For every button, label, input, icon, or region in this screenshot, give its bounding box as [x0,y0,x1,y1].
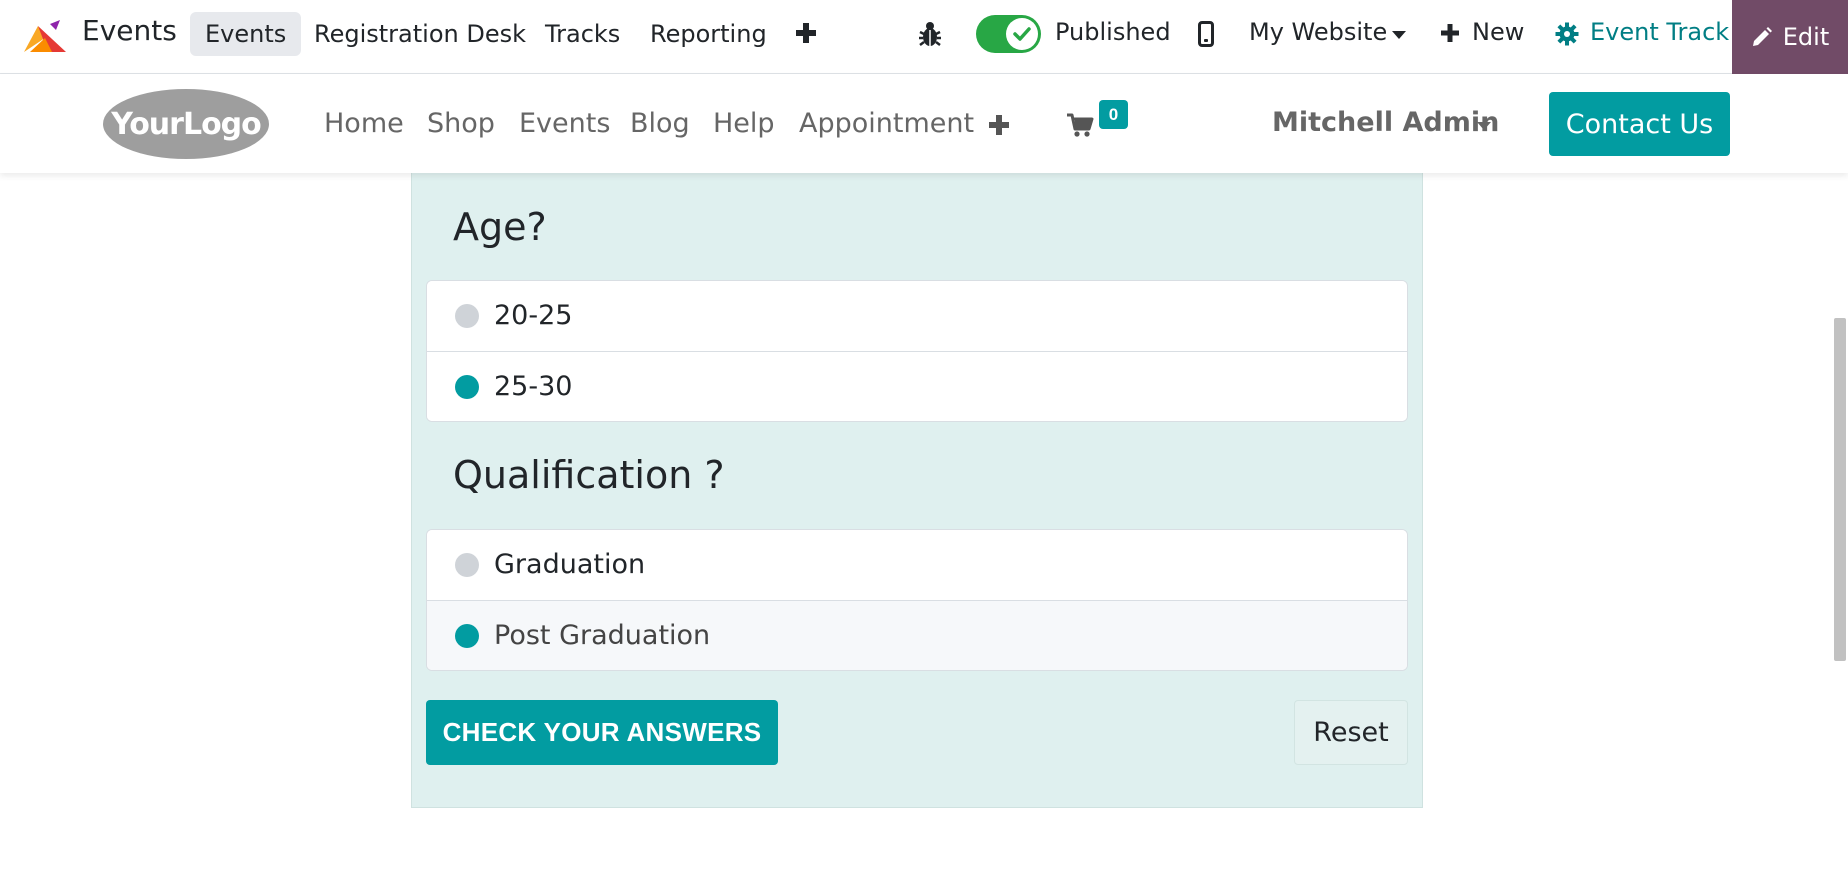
check-answers-button[interactable]: CHECK YOUR ANSWERS [426,700,778,765]
events-app-icon[interactable] [20,16,70,56]
site-nav-blog[interactable]: Blog [630,108,690,139]
contact-us-button[interactable]: Contact Us [1549,92,1730,156]
new-plus-icon[interactable] [1440,23,1460,43]
quiz-card: Age? 20-25 25-30 Qualification ? Graduat… [411,160,1423,808]
answer-option[interactable]: Post Graduation [427,600,1407,670]
radio-unchecked[interactable] [455,553,479,577]
app-name[interactable]: Events [82,14,177,47]
reset-button[interactable]: Reset [1294,700,1408,765]
plus-icon[interactable] [795,22,817,44]
backend-navbar: Events Events Registration Desk Tracks R… [0,0,1848,74]
site-nav-home[interactable]: Home [324,108,404,139]
new-button[interactable]: New [1472,18,1524,46]
answer-label: Post Graduation [494,620,711,651]
page-scrollbar[interactable] [1834,318,1846,661]
edit-button[interactable]: Edit [1732,0,1848,74]
answer-group-age: 20-25 25-30 [426,280,1408,422]
chevron-down-icon[interactable] [1392,31,1406,39]
site-nav-help[interactable]: Help [713,108,775,139]
menu-events[interactable]: Events [190,12,302,56]
site-nav-shop[interactable]: Shop [427,108,495,139]
pencil-icon [1752,27,1772,46]
bug-icon[interactable] [918,20,942,48]
published-toggle[interactable] [976,15,1041,53]
toggle-knob [1006,18,1038,50]
check-icon [1013,27,1031,41]
menu-registration-desk[interactable]: Registration Desk [299,12,541,56]
radio-checked[interactable] [455,375,479,399]
user-menu[interactable]: Mitchell Admin [1272,107,1499,138]
question-title-age: Age? [453,205,547,249]
website-header: YourLogo Home Shop Events Blog Help Appo… [0,74,1848,173]
site-logo[interactable]: YourLogo [102,88,270,160]
menu-reporting[interactable]: Reporting [635,12,782,56]
site-nav-appointment[interactable]: Appointment [799,108,974,139]
published-label[interactable]: Published [1055,18,1171,46]
mobile-icon[interactable] [1198,21,1214,47]
cart-icon[interactable] [1066,112,1094,138]
cart-count-badge: 0 [1099,100,1128,129]
answer-option[interactable]: 20-25 [427,281,1407,351]
answer-label: 20-25 [494,300,573,331]
gear-icon[interactable] [1555,22,1579,46]
answer-group-qualification: Graduation Post Graduation [426,529,1408,671]
site-nav-events[interactable]: Events [519,108,610,139]
site-plus-icon[interactable] [988,114,1010,136]
menu-tracks[interactable]: Tracks [530,12,635,56]
event-track-link[interactable]: Event Track [1590,18,1729,46]
website-switcher[interactable]: My Website [1249,18,1387,46]
answer-option[interactable]: Graduation [427,530,1407,600]
radio-unchecked[interactable] [455,304,479,328]
question-title-qualification: Qualification ? [453,453,725,497]
answer-label: Graduation [494,549,646,580]
user-chevron-down-icon[interactable] [1477,122,1491,130]
edit-label: Edit [1782,23,1830,51]
answer-option[interactable]: 25-30 [427,351,1407,421]
radio-checked[interactable] [455,624,479,648]
answer-label: 25-30 [494,371,573,402]
site-logo-text: YourLogo [110,107,261,142]
